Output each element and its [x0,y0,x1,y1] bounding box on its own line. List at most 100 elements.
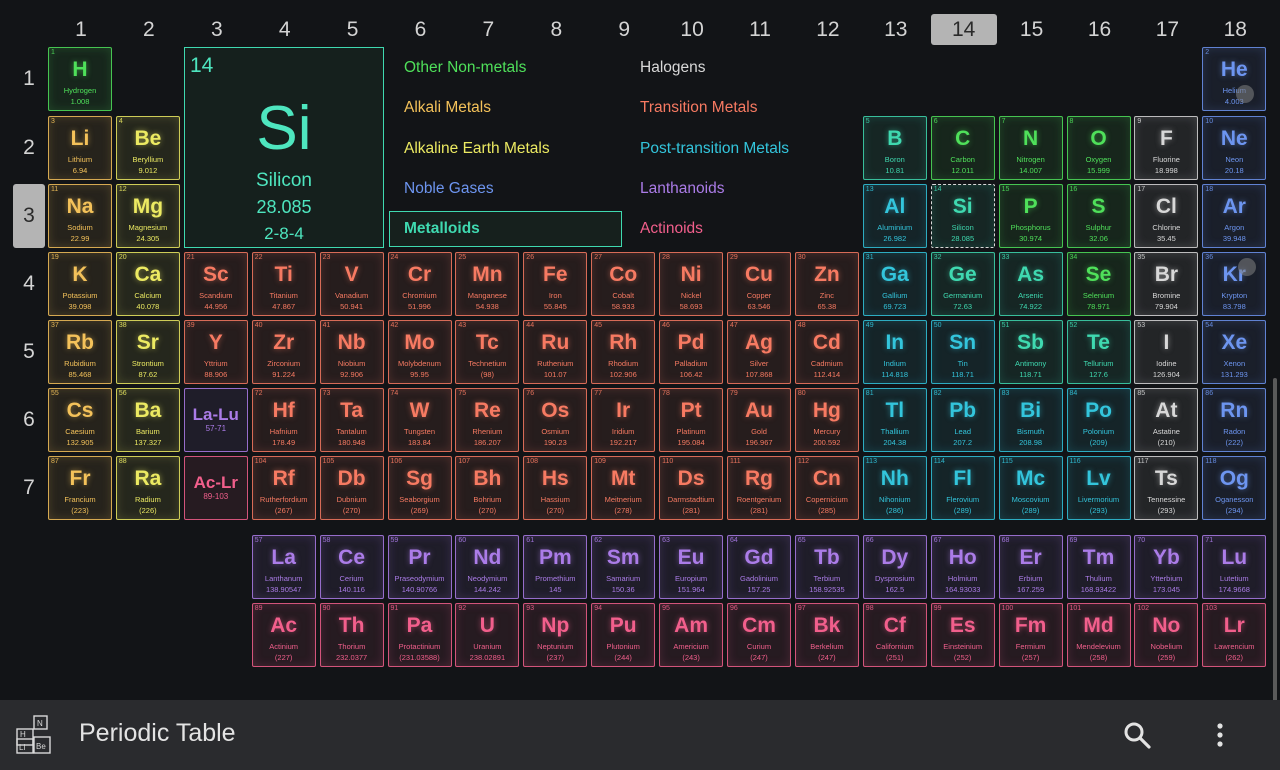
element-cell-rb[interactable]: 37 Rb Rubidium 85.468 [48,320,112,384]
element-cell-rh[interactable]: 45 Rh Rhodium 102.906 [591,320,656,384]
element-cell-s[interactable]: 16 S Sulphur 32.06 [1066,184,1131,248]
element-cell-ru[interactable]: 44 Ru Ruthenium 101.07 [523,320,588,384]
element-cell-ge[interactable]: 32 Ge Germanium 72.63 [930,252,995,316]
legend-noble[interactable]: Noble Gases [404,179,494,199]
group-header-13[interactable]: 13 [863,14,929,45]
element-cell-as[interactable]: 33 As Arsenic 74.922 [998,252,1063,316]
element-cell-hs[interactable]: 108 Hs Hassium (270) [523,456,588,520]
element-cell-fe[interactable]: 26 Fe Iron 55.845 [523,252,588,316]
element-cell-c[interactable]: 6 C Carbon 12.011 [930,116,995,180]
period-header-5[interactable]: 5 [13,320,45,384]
element-cell-rg[interactable]: 111 Rg Roentgenium (281) [727,456,791,520]
group-header-3[interactable]: 3 [184,14,250,45]
element-cell-p[interactable]: 15 P Phosphorus 30.974 [998,184,1063,248]
element-cell-fr[interactable]: 87 Fr Francium (223) [48,456,112,520]
element-cell-sn[interactable]: 50 Sn Tin 118.71 [930,320,995,384]
element-cell-sb[interactable]: 51 Sb Antimony 118.71 [998,320,1063,384]
element-cell-br[interactable]: 35 Br Bromine 79.904 [1134,252,1199,316]
element-cell-tm[interactable]: 69 Tm Thulium 168.93422 [1066,535,1131,599]
element-cell-ta[interactable]: 73 Ta Tantalum 180.948 [319,388,384,452]
legend-transition[interactable]: Transition Metals [640,98,757,118]
element-cell-la[interactable]: 57 La Lanthanum 138.90547 [251,535,316,599]
series-placeholder-lanthanoid[interactable]: La-Lu 57-71 [183,388,248,452]
element-cell-cr[interactable]: 24 Cr Chromium 51.996 [387,252,452,316]
element-cell-am[interactable]: 95 Am Americium (243) [659,603,724,667]
legend-post[interactable]: Post-transition Metals [640,139,789,159]
element-cell-ds[interactable]: 110 Ds Darmstadtium (281) [659,456,724,520]
element-cell-rn[interactable]: 86 Rn Radon (222) [1202,388,1267,452]
element-cell-ba[interactable]: 56 Ba Barium 137.327 [115,388,180,452]
element-cell-mt[interactable]: 109 Mt Meitnerium (278) [591,456,656,520]
legend-halogen[interactable]: Halogens [640,58,706,78]
element-cell-ti[interactable]: 22 Ti Titanium 47.867 [251,252,316,316]
element-cell-se[interactable]: 34 Se Selenium 78.971 [1066,252,1131,316]
group-header-17[interactable]: 17 [1134,14,1200,45]
element-cell-h[interactable]: 1 H Hydrogen 1.008 [48,47,112,111]
element-cell-es[interactable]: 99 Es Einsteinium (252) [930,603,995,667]
element-cell-th[interactable]: 90 Th Thorium 232.0377 [319,603,384,667]
element-cell-mc[interactable]: 115 Mc Moscovium (289) [998,456,1063,520]
element-cell-kr[interactable]: 36 Kr Krypton 83.798 [1202,252,1267,316]
search-icon[interactable] [1122,720,1152,750]
element-cell-w[interactable]: 74 W Tungsten 183.84 [387,388,452,452]
element-cell-b[interactable]: 5 B Boron 10.81 [862,116,927,180]
legend-metalloid[interactable]: Metalloids [389,211,622,247]
element-cell-ra[interactable]: 88 Ra Radium (226) [115,456,180,520]
element-cell-lv[interactable]: 116 Lv Livermorium (293) [1066,456,1131,520]
element-cell-ar[interactable]: 18 Ar Argon 39.948 [1202,184,1267,248]
element-cell-ac[interactable]: 89 Ac Actinium (227) [251,603,316,667]
element-cell-sg[interactable]: 106 Sg Seaborgium (269) [387,456,452,520]
element-cell-dy[interactable]: 66 Dy Dysprosium 162.5 [862,535,927,599]
element-cell-tb[interactable]: 65 Tb Terbium 158.92535 [794,535,859,599]
period-header-3[interactable]: 3 [13,184,45,248]
element-cell-cs[interactable]: 55 Cs Caesium 132.905 [48,388,112,452]
element-cell-bi[interactable]: 83 Bi Bismuth 208.98 [998,388,1063,452]
element-cell-ir[interactable]: 77 Ir Iridium 192.217 [591,388,656,452]
element-cell-pm[interactable]: 61 Pm Promethium 145 [523,535,588,599]
element-cell-re[interactable]: 75 Re Rhenium 186.207 [455,388,520,452]
element-cell-at[interactable]: 85 At Astatine (210) [1134,388,1199,452]
element-cell-ni[interactable]: 28 Ni Nickel 58.693 [659,252,724,316]
element-cell-gd[interactable]: 64 Gd Gadolinium 157.25 [727,535,791,599]
element-cell-be[interactable]: 4 Be Beryllium 9.012 [115,116,180,180]
element-cell-ga[interactable]: 31 Ga Gallium 69.723 [862,252,927,316]
element-cell-fm[interactable]: 100 Fm Fermium (257) [998,603,1063,667]
element-cell-o[interactable]: 8 O Oxygen 15.999 [1066,116,1131,180]
period-header-7[interactable]: 7 [13,456,45,520]
group-header-9[interactable]: 9 [591,14,657,45]
element-cell-cd[interactable]: 48 Cd Cadmium 112.414 [794,320,859,384]
element-cell-pd[interactable]: 46 Pd Palladium 106.42 [659,320,724,384]
element-cell-k[interactable]: 19 K Potassium 39.098 [48,252,112,316]
element-cell-pt[interactable]: 78 Pt Platinum 195.084 [659,388,724,452]
element-cell-fl[interactable]: 114 Fl Flerovium (289) [930,456,995,520]
element-cell-f[interactable]: 9 F Fluorine 18.998 [1134,116,1199,180]
element-cell-au[interactable]: 79 Au Gold 196.967 [727,388,791,452]
element-cell-nb[interactable]: 41 Nb Niobium 92.906 [319,320,384,384]
group-header-8[interactable]: 8 [523,14,589,45]
element-cell-cm[interactable]: 96 Cm Curium (247) [727,603,791,667]
element-cell-lu[interactable]: 71 Lu Lutetium 174.9668 [1202,535,1267,599]
element-cell-po[interactable]: 84 Po Polonium (209) [1066,388,1131,452]
element-cell-pa[interactable]: 91 Pa Protactinium (231.03588) [387,603,452,667]
group-header-2[interactable]: 2 [116,14,182,45]
group-header-6[interactable]: 6 [388,14,454,45]
element-cell-zr[interactable]: 40 Zr Zirconium 91.224 [251,320,316,384]
element-cell-n[interactable]: 7 N Nitrogen 14.007 [998,116,1063,180]
element-cell-pb[interactable]: 82 Pb Lead 207.2 [930,388,995,452]
element-cell-cl[interactable]: 17 Cl Chlorine 35.45 [1134,184,1199,248]
period-header-6[interactable]: 6 [13,388,45,452]
element-cell-tc[interactable]: 43 Tc Technetium (98) [455,320,520,384]
group-header-15[interactable]: 15 [999,14,1065,45]
element-cell-eu[interactable]: 63 Eu Europium 151.964 [659,535,724,599]
element-cell-mg[interactable]: 12 Mg Magnesium 24.305 [115,184,180,248]
element-cell-lr[interactable]: 103 Lr Lawrencium (262) [1202,603,1267,667]
element-cell-hg[interactable]: 80 Hg Mercury 200.592 [794,388,859,452]
element-cell-os[interactable]: 76 Os Osmium 190.23 [523,388,588,452]
element-cell-ho[interactable]: 67 Ho Holmium 164.93033 [930,535,995,599]
group-header-12[interactable]: 12 [795,14,861,45]
element-cell-al[interactable]: 13 Al Aluminium 26.982 [862,184,927,248]
element-cell-mn[interactable]: 25 Mn Manganese 54.938 [455,252,520,316]
group-header-16[interactable]: 16 [1067,14,1133,45]
element-cell-si[interactable]: 14 Si Silicon 28.085 [930,184,995,248]
element-cell-og[interactable]: 118 Og Oganesson (294) [1202,456,1267,520]
